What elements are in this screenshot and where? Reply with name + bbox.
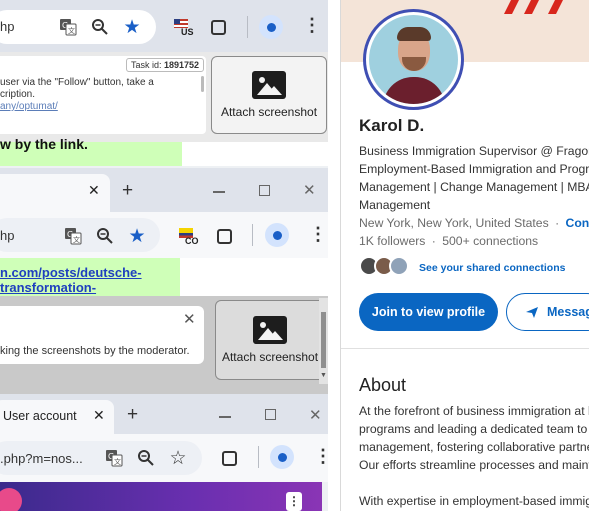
minimize-icon[interactable] bbox=[219, 416, 231, 418]
browser2-url: hp bbox=[0, 228, 15, 243]
toolbar-divider bbox=[258, 446, 259, 468]
browser2-active-tab[interactable]: ✕ bbox=[0, 174, 110, 212]
window-gap bbox=[328, 0, 340, 511]
bookmark-star-outline-icon[interactable]: ☆ bbox=[167, 447, 189, 469]
zoom-icon[interactable] bbox=[95, 226, 115, 246]
translate-icon[interactable]: G文 bbox=[58, 17, 78, 37]
post-link[interactable]: n.com/posts/deutsche- transformation- bbox=[0, 265, 142, 295]
svg-text:文: 文 bbox=[73, 235, 80, 244]
scrollbar-thumb[interactable] bbox=[321, 312, 326, 368]
attach-screenshot-button-2[interactable]: Attach screenshot bbox=[215, 300, 325, 380]
bookmark-star-icon[interactable]: ★ bbox=[126, 225, 148, 247]
browser2-page-strip: n.com/posts/deutsche- transformation- bbox=[0, 258, 328, 296]
cover-brand-mark bbox=[504, 0, 563, 14]
new-tab-icon[interactable]: + bbox=[127, 404, 138, 426]
minimize-icon[interactable] bbox=[213, 191, 225, 193]
moderator-note-text: king the screenshots by the moderator. bbox=[0, 345, 190, 357]
close-window-icon[interactable]: ✕ bbox=[303, 181, 316, 199]
shared-connections-avatars[interactable] bbox=[359, 256, 413, 278]
panel-scrollbar[interactable]: ▼ bbox=[319, 298, 328, 384]
browser3-url: .php?m=nos... bbox=[0, 451, 83, 466]
svg-text:文: 文 bbox=[114, 457, 121, 466]
image-icon bbox=[253, 316, 287, 344]
about-heading: About bbox=[359, 375, 407, 395]
profile-photo[interactable] bbox=[363, 9, 464, 110]
profile-name: Karol D. bbox=[359, 116, 425, 135]
menu-kebab-icon[interactable]: ⋮ bbox=[303, 16, 321, 34]
shared-connections-link[interactable]: See your shared connections bbox=[419, 262, 565, 274]
profile-headline: Business Immigration Supervisor @ Fragom… bbox=[359, 144, 589, 212]
section-divider bbox=[341, 348, 589, 349]
svg-text:文: 文 bbox=[68, 26, 75, 35]
menu-kebab-icon[interactable]: ⋮ bbox=[309, 225, 327, 243]
extensions-icon[interactable] bbox=[219, 448, 239, 468]
about-text-continued: With expertise in employment-based immig bbox=[359, 494, 589, 508]
task-note-text: user via the "Follow" button, take a cri… bbox=[0, 77, 154, 113]
send-icon bbox=[526, 307, 538, 318]
translate-icon[interactable]: G文 bbox=[63, 226, 83, 246]
message-button[interactable]: Messag bbox=[506, 293, 589, 331]
maximize-icon[interactable] bbox=[265, 409, 276, 420]
tab-close-icon[interactable]: ✕ bbox=[88, 182, 100, 199]
join-to-view-profile-button[interactable]: Join to view profile bbox=[359, 293, 498, 331]
profile-avatar-icon[interactable] bbox=[259, 15, 283, 39]
toolbar-divider bbox=[252, 224, 253, 246]
attach-screenshot-button-1[interactable]: Attach screenshot bbox=[211, 56, 327, 134]
browser3-tab-title: User account bbox=[3, 409, 77, 423]
tab-close-icon[interactable]: ✕ bbox=[93, 407, 105, 424]
maximize-icon[interactable] bbox=[259, 185, 270, 196]
profile-location-row: New York, New York, United States · Cont… bbox=[359, 214, 589, 232]
new-tab-icon[interactable]: + bbox=[122, 180, 133, 202]
moderator-note-box: ✕ king the screenshots by the moderator. bbox=[0, 306, 204, 364]
browser1-url: hp bbox=[0, 19, 15, 34]
zoom-icon[interactable] bbox=[90, 17, 110, 37]
task-id-badge: Task id: 1891752 bbox=[126, 58, 205, 72]
browser3-page-banner: ⋮ bbox=[0, 482, 322, 511]
profile-photo-image bbox=[369, 15, 458, 104]
contact-info-link[interactable]: Conta bbox=[566, 216, 589, 230]
note-scrollbar[interactable] bbox=[201, 76, 204, 92]
task-note-box: Task id: 1891752 user via the "Follow" b… bbox=[0, 56, 206, 134]
task-note-link[interactable]: any/optumat/ bbox=[0, 101, 154, 113]
close-window-icon[interactable]: ✕ bbox=[309, 406, 322, 424]
translate-icon[interactable]: G文 bbox=[104, 448, 124, 468]
banner-text: w by the link. bbox=[0, 136, 88, 152]
page-menu-icon[interactable]: ⋮ bbox=[286, 492, 302, 511]
white-area bbox=[182, 142, 328, 166]
co-flag-extension-icon[interactable]: CO bbox=[179, 228, 199, 248]
profile-stats-row: 1K followers · 500+ connections bbox=[359, 234, 539, 248]
about-text: At the forefront of business immigration… bbox=[359, 404, 589, 472]
profile-avatar-icon[interactable] bbox=[265, 223, 289, 247]
extensions-icon[interactable] bbox=[208, 17, 228, 37]
extensions-icon[interactable] bbox=[214, 226, 234, 246]
profile-avatar-icon[interactable] bbox=[270, 445, 294, 469]
browser1-page-strip: w by the link. bbox=[0, 136, 328, 166]
brand-logo bbox=[0, 488, 22, 511]
close-note-icon[interactable]: ✕ bbox=[183, 310, 196, 328]
toolbar-divider bbox=[247, 16, 248, 38]
linkedin-profile-panel: Karol D. Business Immigration Supervisor… bbox=[340, 0, 589, 511]
zoom-icon[interactable] bbox=[136, 448, 156, 468]
browser3-active-tab[interactable]: User account ✕ bbox=[0, 400, 114, 434]
scroll-down-arrow-icon[interactable]: ▼ bbox=[320, 372, 327, 379]
bookmark-star-icon[interactable]: ★ bbox=[121, 16, 143, 38]
image-icon bbox=[252, 71, 286, 99]
us-flag-extension-icon[interactable]: US bbox=[174, 19, 194, 39]
